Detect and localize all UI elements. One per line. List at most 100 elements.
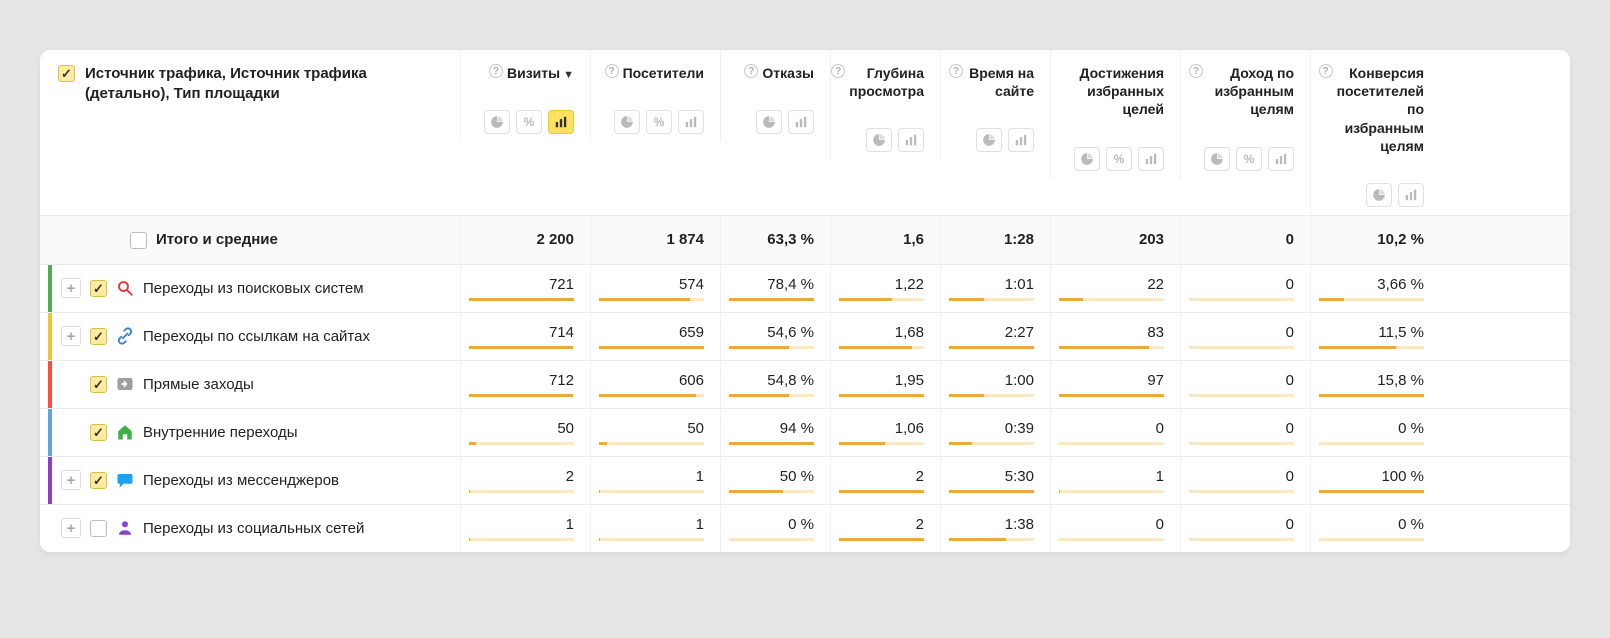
column-header[interactable]: ?Визиты▼% [460, 50, 590, 142]
metric-cell: 1 [590, 457, 720, 504]
column-header[interactable]: ?Отказы [720, 50, 830, 142]
metric-cell: 721 [460, 265, 590, 312]
pie-view-icon[interactable] [1204, 147, 1230, 171]
column-header[interactable]: ? Доход по избранным целям% [1180, 50, 1310, 179]
expand-button[interactable]: + [61, 470, 81, 490]
source-name[interactable]: Переходы из поисковых систем [143, 280, 364, 297]
bars-view-icon[interactable] [1138, 147, 1164, 171]
select-all-checkbox[interactable] [58, 65, 75, 82]
metric-bar [949, 442, 1034, 445]
column-header[interactable]: ? Конверсия посетителей по избранным целя… [1310, 50, 1440, 215]
column-header[interactable]: Достижения избранных целей% [1050, 50, 1180, 179]
percent-view-icon[interactable]: % [1106, 147, 1132, 171]
column-header[interactable]: ?Посетители% [590, 50, 720, 142]
metric-cell: 2:27 [940, 313, 1050, 360]
help-icon[interactable]: ? [605, 64, 619, 78]
source-name[interactable]: Переходы из социальных сетей [143, 520, 364, 537]
metric-bar [949, 298, 1034, 301]
row-checkbox[interactable] [90, 472, 107, 489]
dimension-cell: + Переходы из мессенджеров [40, 457, 460, 504]
column-label: Доход по избранным целям [1207, 64, 1294, 119]
column-label: Конверсия посетителей по избранным целям [1337, 64, 1424, 155]
bars-view-icon[interactable] [678, 110, 704, 134]
metric-value: 5:30 [1005, 468, 1034, 485]
source-name[interactable]: Прямые заходы [143, 376, 254, 393]
metric-bar [1059, 490, 1164, 493]
metric-cell: 1:38 [940, 505, 1050, 552]
metric-bar [839, 442, 924, 445]
pie-view-icon[interactable] [756, 110, 782, 134]
metric-bar [1189, 538, 1294, 541]
metric-value: 0 [1156, 420, 1164, 437]
sort-desc-icon: ▼ [563, 69, 574, 81]
traffic-sources-report: Источник трафика, Источник трафика (дета… [40, 50, 1570, 552]
metric-cell: 0 [1180, 505, 1310, 552]
expand-button[interactable]: + [61, 518, 81, 538]
metric-bar [1319, 442, 1424, 445]
bars-view-icon[interactable] [788, 110, 814, 134]
source-name[interactable]: Переходы из мессенджеров [143, 472, 339, 489]
metric-cell: 94 % [720, 409, 830, 456]
metric-cell: 1,6 [830, 216, 940, 264]
help-icon[interactable]: ? [949, 64, 963, 78]
metric-bar [729, 490, 814, 493]
metric-value: 1:28 [1004, 231, 1034, 248]
metric-cell: 50 [460, 409, 590, 456]
row-checkbox[interactable] [90, 376, 107, 393]
pie-view-icon[interactable] [484, 110, 510, 134]
column-header[interactable]: ?Глубина просмотра [830, 50, 940, 160]
column-header[interactable]: ?Время на сайте [940, 50, 1050, 160]
pie-view-icon[interactable] [1366, 183, 1392, 207]
metric-bar [1189, 394, 1294, 397]
bars-view-icon[interactable] [1008, 128, 1034, 152]
metric-bar [729, 346, 814, 349]
metric-value: 0 [1286, 324, 1294, 341]
metric-cell: 1,68 [830, 313, 940, 360]
row-checkbox[interactable] [90, 280, 107, 297]
row-checkbox[interactable] [90, 424, 107, 441]
percent-view-icon[interactable]: % [516, 110, 542, 134]
help-icon[interactable]: ? [489, 64, 503, 78]
metric-bar [1319, 394, 1424, 397]
expand-button[interactable]: + [61, 326, 81, 346]
help-icon[interactable]: ? [744, 64, 758, 78]
pie-view-icon[interactable] [866, 128, 892, 152]
percent-view-icon[interactable]: % [1236, 147, 1262, 171]
metric-value: 1 [696, 516, 704, 533]
row-checkbox[interactable] [130, 232, 147, 249]
row-checkbox[interactable] [90, 520, 107, 537]
metric-bar [949, 394, 1034, 397]
metric-cell: 1 874 [590, 216, 720, 264]
metric-value: 0 % [788, 516, 814, 533]
help-icon[interactable]: ? [1319, 64, 1333, 78]
bars-view-icon[interactable] [1268, 147, 1294, 171]
pie-view-icon[interactable] [1074, 147, 1100, 171]
table-row: +Переходы по ссылкам на сайтах71465954,6… [40, 312, 1570, 360]
expand-button[interactable]: + [61, 278, 81, 298]
metric-value: 1,95 [895, 372, 924, 389]
help-icon[interactable]: ? [831, 64, 845, 78]
pie-view-icon[interactable] [976, 128, 1002, 152]
bars-view-icon[interactable] [1398, 183, 1424, 207]
percent-view-icon[interactable]: % [646, 110, 672, 134]
metric-cell: 0 [1180, 409, 1310, 456]
metric-bar [1059, 442, 1164, 445]
metric-bar [469, 538, 574, 541]
home-icon [116, 423, 134, 441]
metric-cell: 63,3 % [720, 216, 830, 264]
row-checkbox[interactable] [90, 328, 107, 345]
metric-value: 83 [1147, 324, 1164, 341]
metric-bar [599, 346, 704, 349]
metric-value: 78,4 % [767, 276, 814, 293]
metric-bar [599, 442, 704, 445]
bars-view-icon[interactable] [898, 128, 924, 152]
pie-view-icon[interactable] [614, 110, 640, 134]
row-accent [48, 313, 52, 360]
metric-cell: 0 % [1310, 505, 1440, 552]
help-icon[interactable]: ? [1189, 64, 1203, 78]
source-name[interactable]: Переходы по ссылкам на сайтах [143, 328, 370, 345]
bars-view-icon[interactable] [548, 110, 574, 134]
source-name[interactable]: Внутренние переходы [143, 424, 298, 441]
metric-value: 1:01 [1005, 276, 1034, 293]
metric-value: 574 [679, 276, 704, 293]
